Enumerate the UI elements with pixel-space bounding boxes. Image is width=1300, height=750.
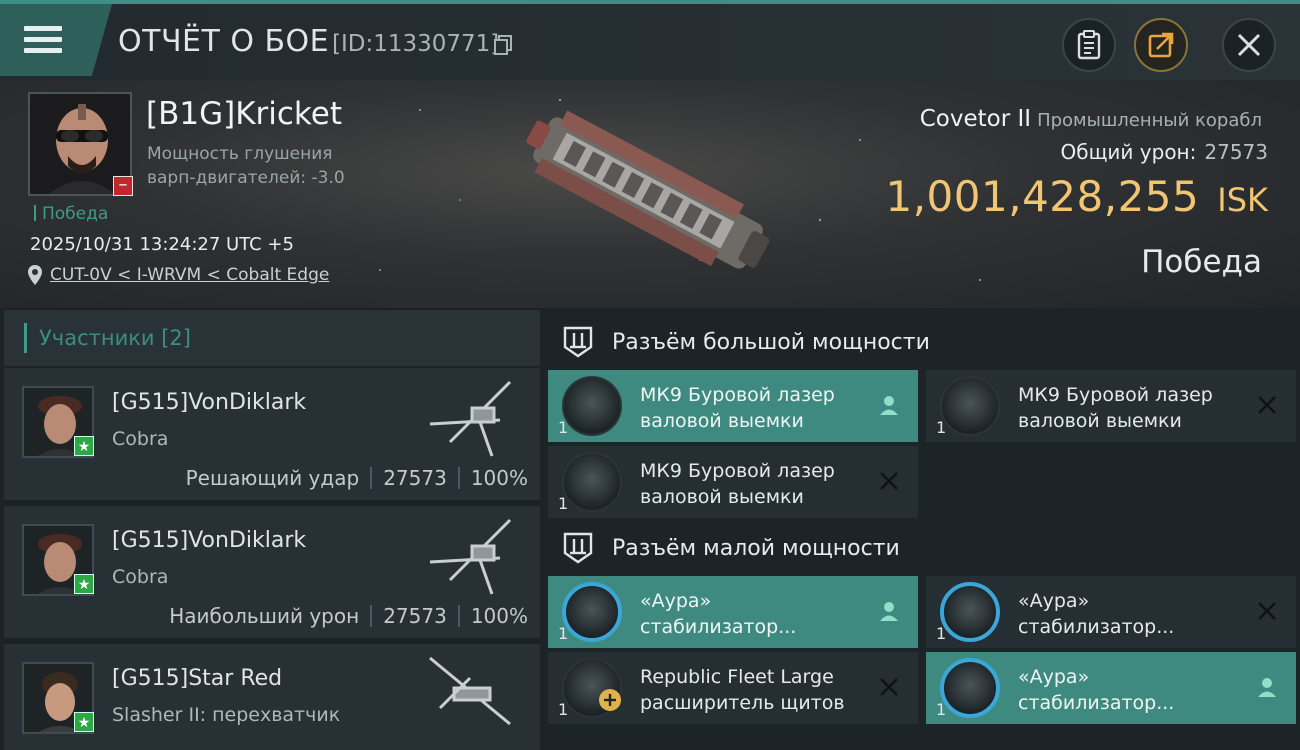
isk-unit: ISK xyxy=(1217,181,1268,219)
total-damage: Общий урон: 27573 xyxy=(1061,140,1268,164)
ship-name[interactable]: Covetor II xyxy=(920,106,1031,132)
module-name: «Аура» стабилизатор... xyxy=(640,590,797,638)
result-label: Победа xyxy=(1141,244,1262,280)
module-qty: 1 xyxy=(936,700,947,719)
mining-laser-icon xyxy=(562,376,622,436)
pilot-name[interactable]: [B1G]Kricket xyxy=(146,96,342,132)
low-slot-header: Разъём малой мощности xyxy=(548,522,1300,574)
high-slot-title: Разъём большой мощности xyxy=(612,329,930,355)
isk-value: 1,001,428,255 xyxy=(885,172,1200,221)
close-icon xyxy=(1237,33,1261,57)
module-qty: 1 xyxy=(558,624,569,643)
module-slot[interactable]: 1 МК9 Буровой лазер валовой выемки xyxy=(548,446,918,518)
participants-header: Участники [2] xyxy=(4,310,540,366)
participant-damage: 27573 xyxy=(383,466,447,490)
location-text[interactable]: CUT-0V < I-WRVM < Cobalt Edge xyxy=(50,265,329,285)
x-icon xyxy=(1258,396,1276,414)
location-link[interactable]: CUT-0V < I-WRVM < Cobalt Edge xyxy=(28,265,329,285)
module-slot[interactable]: 1 «Аура» стабилизатор... xyxy=(926,576,1296,648)
x-icon xyxy=(1258,602,1276,620)
star-badge-icon: ★ xyxy=(74,574,94,594)
module-qty: 1 xyxy=(558,418,569,437)
participant-percent: 100% xyxy=(470,466,528,490)
ship-image xyxy=(526,110,770,269)
high-slot-icon xyxy=(563,326,593,358)
module-name: МК9 Буровой лазер валовой выемки xyxy=(1018,384,1213,432)
mining-laser-icon xyxy=(562,452,622,512)
person-icon xyxy=(1258,678,1276,697)
total-damage-label: Общий урон: xyxy=(1060,140,1197,164)
participant-stats: Решающий удар 27573 100% xyxy=(186,466,528,490)
participant-ship-image xyxy=(429,518,512,595)
participant-ship: Cobra xyxy=(112,428,169,450)
x-icon xyxy=(880,472,898,490)
participant-ship-image xyxy=(429,656,511,726)
share-button[interactable] xyxy=(1134,18,1188,72)
module-name: МК9 Буровой лазер валовой выемки xyxy=(640,384,835,432)
share-icon xyxy=(1148,32,1174,58)
kill-header: – [B1G]Kricket Мощность глушения варп-дв… xyxy=(0,80,1300,308)
participant-ship: Slasher II: перехватчик xyxy=(112,704,341,726)
low-slot-title: Разъём малой мощности xyxy=(612,535,900,561)
participant-row[interactable]: ★ [G515]VonDiklark Cobra Наибольший урон… xyxy=(4,506,540,640)
clipboard-button[interactable] xyxy=(1062,18,1116,72)
participant-percent: 100% xyxy=(470,604,528,628)
module-slot[interactable]: 1 МК9 Буровой лазер валовой выемки xyxy=(548,370,918,442)
participant-role: Наибольший урон xyxy=(169,604,360,628)
warp-scramble-text: Мощность глушения варп-двигателей: -3.0 xyxy=(147,144,345,188)
module-qty: 1 xyxy=(558,494,569,513)
module-qty: 1 xyxy=(936,418,947,437)
page-title: ОТЧЁТ О БОЕ xyxy=(118,24,330,59)
kill-datetime: 2025/10/31 13:24:27 UTC +5 xyxy=(30,234,294,255)
ship-class: Промышленный корабл xyxy=(1037,110,1262,131)
star-badge-icon: ★ xyxy=(74,436,94,456)
module-slot[interactable]: 1 «Аура» стабилизатор... xyxy=(926,652,1296,724)
stabilizer-icon xyxy=(940,658,1000,718)
person-icon xyxy=(880,396,898,415)
participant-row[interactable]: ★ [G515]Star Red Slasher II: перехватчик xyxy=(4,644,540,750)
isk-value-line: 1,001,428,255 ISK xyxy=(885,172,1268,221)
participant-name[interactable]: [G515]VonDiklark xyxy=(112,390,306,415)
total-damage-value: 27573 xyxy=(1204,140,1268,164)
module-name: «Аура» стабилизатор... xyxy=(1018,590,1175,638)
participant-ship-image xyxy=(429,380,512,457)
person-icon xyxy=(880,602,898,621)
participants-title: Участники [2] xyxy=(39,326,191,350)
report-id: [ID:11330771] xyxy=(332,31,500,57)
location-pin-icon xyxy=(28,265,42,285)
module-name: «Аура» стабилизатор... xyxy=(1018,666,1175,714)
module-name: МК9 Буровой лазер валовой выемки xyxy=(640,460,835,508)
stabilizer-icon xyxy=(940,582,1000,642)
hamburger-icon xyxy=(24,26,62,56)
outcome-tag: Победа xyxy=(34,204,108,224)
module-qty: 1 xyxy=(936,624,947,643)
stabilizer-icon xyxy=(562,582,622,642)
high-slot-header: Разъём большой мощности xyxy=(548,316,1300,368)
close-button[interactable] xyxy=(1222,18,1276,72)
participant-name[interactable]: [G515]VonDiklark xyxy=(112,528,306,553)
victim-ship: Covetor II Промышленный корабл xyxy=(920,106,1262,132)
low-slot-icon xyxy=(563,532,593,564)
clipboard-icon xyxy=(1077,30,1101,60)
copy-icon[interactable] xyxy=(494,35,512,55)
module-slot[interactable]: 1 МК9 Буровой лазер валовой выемки xyxy=(926,370,1296,442)
next-section-peek xyxy=(544,728,1300,750)
participant-ship: Cobra xyxy=(112,566,169,588)
mining-laser-icon xyxy=(940,376,1000,436)
participant-name[interactable]: [G515]Star Red xyxy=(112,666,282,691)
plus-badge-icon xyxy=(599,689,621,711)
participant-role: Решающий удар xyxy=(185,466,360,490)
participant-row[interactable]: ★ [G515]VonDiklark Cobra Решающий удар 27… xyxy=(4,368,540,502)
hostile-badge: – xyxy=(113,176,133,196)
participants-panel: Участники [2] ★ [G515]VonDiklark Cobra Р… xyxy=(4,308,540,750)
module-slot[interactable]: 1 «Аура» стабилизатор... xyxy=(548,576,918,648)
x-icon xyxy=(880,678,898,696)
module-qty: 1 xyxy=(558,700,569,719)
star-badge-icon: ★ xyxy=(74,712,94,732)
module-slot[interactable]: 1 Republic Fleet Large расширитель щитов xyxy=(548,652,918,724)
module-name: Republic Fleet Large расширитель щитов xyxy=(640,666,845,714)
participant-stats: Наибольший урон 27573 100% xyxy=(169,604,528,628)
participant-damage: 27573 xyxy=(383,604,447,628)
